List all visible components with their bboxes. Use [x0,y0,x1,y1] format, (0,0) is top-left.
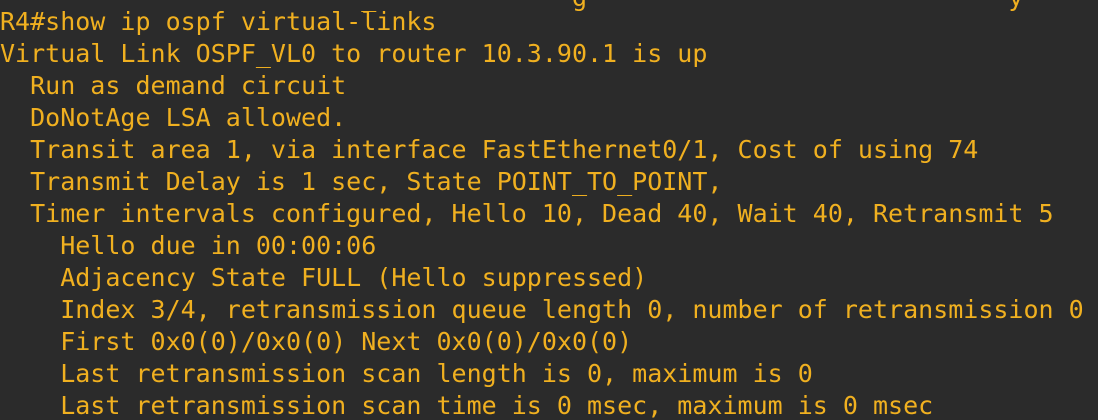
terminal-line-demand-circuit: Run as demand circuit [0,71,347,100]
terminal-line-first-next: First 0x0(0)/0x0(0) Next 0x0(0)/0x0(0) [0,327,633,356]
terminal-line-index: Index 3/4, retransmission queue length 0… [0,295,1084,324]
terminal-line-timer-intervals: Timer intervals configured, Hello 10, De… [0,199,1054,228]
terminal-line-scan-length: Last retransmission scan length is 0, ma… [0,359,813,388]
terminal-window[interactable]: _ g y R4#show ip ospf virtual-links Virt… [0,0,1098,420]
terminal-line-command: R4#show ip ospf virtual-links [0,7,437,36]
terminal-line-transit-area: Transit area 1, via interface FastEthern… [0,135,979,164]
terminal-line-transmit-delay: Transmit Delay is 1 sec, State POINT_TO_… [0,167,723,196]
terminal-line-virtual-link: Virtual Link OSPF_VL0 to router 10.3.90.… [0,39,708,68]
terminal-line-hello-due: Hello due in 00:00:06 [0,231,377,260]
terminal-line-donotage: DoNotAge LSA allowed. [0,103,347,132]
terminal-line-scan-time: Last retransmission scan time is 0 msec,… [0,391,934,420]
terminal-line-adjacency-state: Adjacency State FULL (Hello suppressed) [0,263,648,292]
